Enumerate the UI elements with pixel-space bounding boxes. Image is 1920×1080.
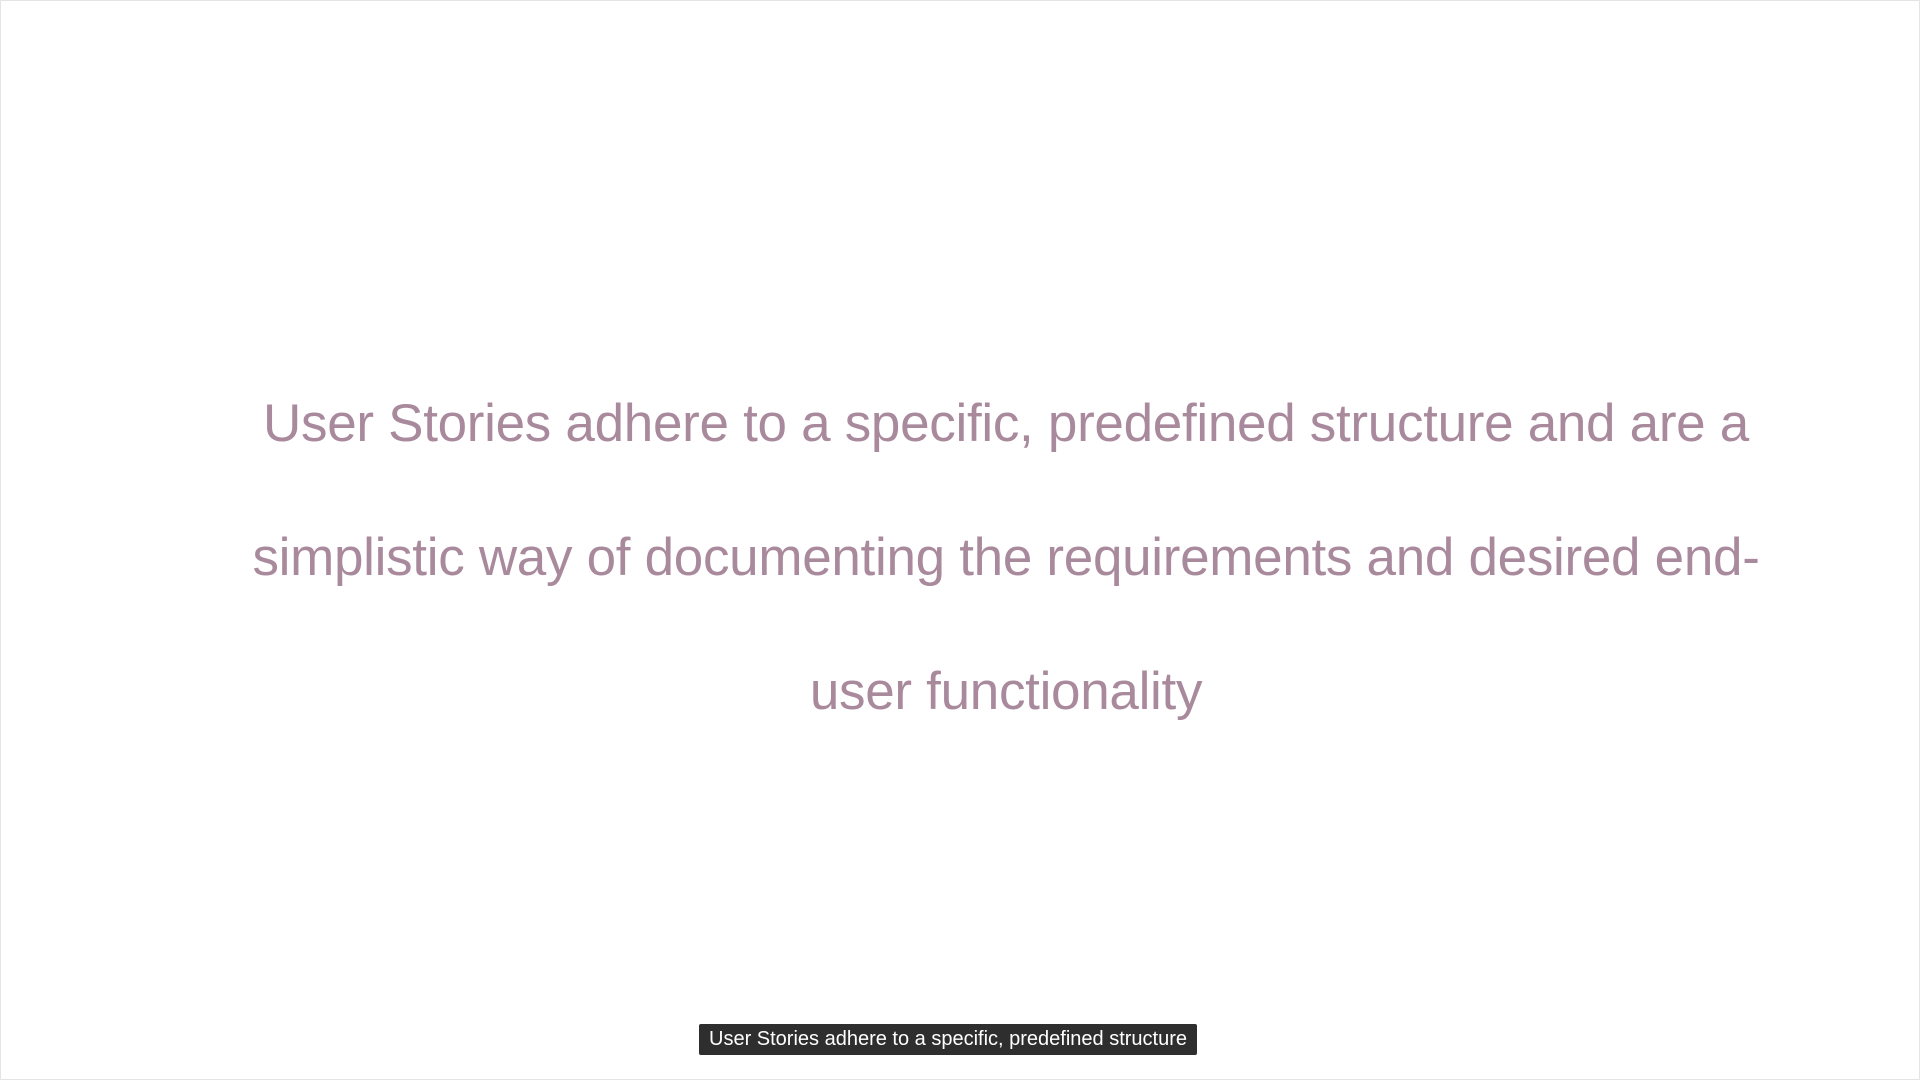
subtitle-caption: User Stories adhere to a specific, prede…	[699, 1024, 1198, 1055]
slide-line: user functionality	[809, 662, 1203, 721]
slide-line: User Stories adhere to a specific, prede…	[263, 394, 1749, 453]
slide-text: User Stories adhere to a specific, prede…	[92, 357, 1920, 759]
slide-line: simplistic way of documenting the requir…	[252, 528, 1760, 587]
